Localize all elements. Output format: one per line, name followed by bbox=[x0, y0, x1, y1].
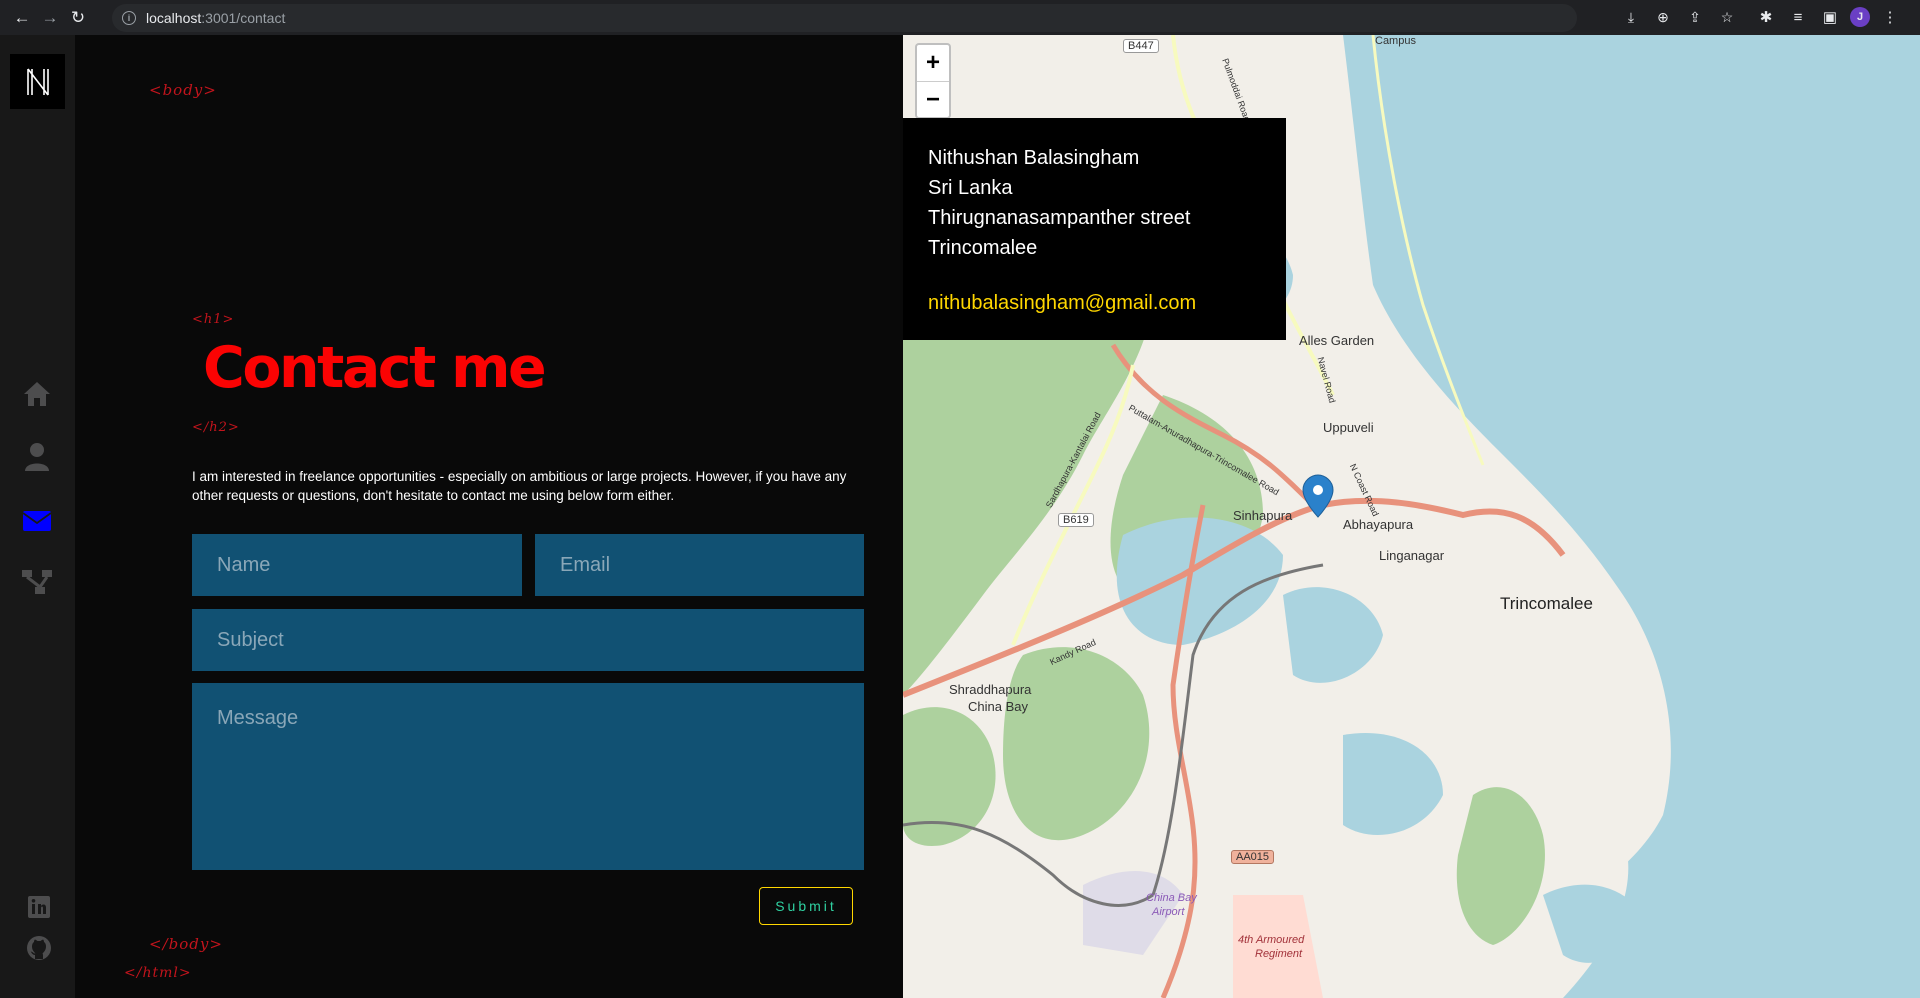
back-icon[interactable]: ← bbox=[8, 4, 36, 32]
address-street: Thirugnanasampanther street bbox=[928, 207, 1191, 229]
zoom-in-button[interactable]: + bbox=[917, 45, 949, 81]
map-label-alles-garden: Alles Garden bbox=[1299, 333, 1375, 348]
name-input[interactable] bbox=[192, 534, 522, 596]
body-open-tag: <body> bbox=[149, 81, 217, 99]
home-icon[interactable] bbox=[20, 377, 54, 411]
url-path: :3001/contact bbox=[201, 9, 286, 26]
address-country: Sri Lanka bbox=[928, 177, 1013, 199]
map-label-b619: B619 bbox=[1058, 513, 1094, 527]
menu-icon[interactable]: ⋮ bbox=[1878, 4, 1902, 30]
address-bar[interactable]: i localhost:3001/contact bbox=[112, 3, 1577, 32]
forward-icon[interactable]: → bbox=[36, 4, 64, 32]
zoom-icon[interactable]: ⊕ bbox=[1652, 4, 1674, 30]
map-label-uppuveli: Uppuveli bbox=[1323, 420, 1374, 435]
browser-nav: ← → ↻ bbox=[8, 4, 92, 32]
address-email[interactable]: nithubalasingham@gmail.com bbox=[928, 288, 1286, 318]
message-textarea[interactable] bbox=[192, 683, 864, 870]
contact-section: <body> <h1> Contact me </h2> I am intere… bbox=[75, 35, 903, 998]
bookmark-star-icon[interactable]: ☆ bbox=[1716, 4, 1738, 30]
linkedin-icon[interactable] bbox=[22, 890, 56, 924]
map-label-airport-2: Airport bbox=[1152, 906, 1185, 918]
h1-open-tag: <h1> bbox=[192, 312, 235, 327]
page-title: Contact me bbox=[203, 335, 547, 401]
map-label-trincomalee: Trincomalee bbox=[1500, 594, 1593, 613]
url-host: localhost bbox=[146, 9, 202, 26]
page: <body> <h1> Contact me </h2> I am intere… bbox=[0, 35, 1920, 998]
map-label-campus: Campus bbox=[1375, 35, 1416, 47]
logo[interactable] bbox=[10, 54, 65, 109]
map-label-linganagar: Linganagar bbox=[1379, 548, 1445, 563]
h2-close-tag: </h2> bbox=[192, 420, 240, 435]
sitemap-icon[interactable] bbox=[20, 565, 54, 599]
side-panel-icon[interactable]: ▣ bbox=[1818, 4, 1842, 30]
map-label-sinhapura: Sinhapura bbox=[1233, 508, 1293, 523]
browser-toolbar: ← → ↻ i localhost:3001/contact ⤓ ⊕ ⇪ ☆ ✱… bbox=[0, 0, 1920, 35]
logo-n-icon bbox=[26, 68, 49, 95]
map-label-airport-1: China Bay bbox=[1146, 892, 1197, 904]
github-icon[interactable] bbox=[22, 931, 56, 965]
zoom-out-button[interactable]: − bbox=[917, 81, 949, 117]
extensions-icon[interactable]: ✱ bbox=[1754, 4, 1778, 30]
map-label-abhayapura: Abhayapura bbox=[1343, 517, 1414, 532]
user-icon[interactable] bbox=[20, 440, 54, 474]
envelope-icon[interactable] bbox=[20, 504, 54, 538]
address-city: Trincomalee bbox=[928, 237, 1038, 259]
map-label-shraddhapura: Shraddhapura bbox=[949, 682, 1032, 697]
reload-icon[interactable]: ↻ bbox=[64, 4, 92, 32]
address-card: Nithushan Balasingham Sri Lanka Thirugna… bbox=[903, 118, 1286, 340]
map-label-aa015: AA015 bbox=[1231, 850, 1275, 864]
subject-input[interactable] bbox=[192, 609, 864, 671]
share-icon[interactable]: ⇪ bbox=[1684, 4, 1706, 30]
body-close-tag: </body> bbox=[149, 935, 223, 953]
install-icon[interactable]: ⤓ bbox=[1620, 4, 1642, 30]
map-label-china-bay: China Bay bbox=[968, 699, 1028, 714]
map-label-b447: B447 bbox=[1123, 39, 1159, 53]
map-zoom-control: + − bbox=[915, 43, 951, 119]
omnibox-actions: ⤓ ⊕ ⇪ ☆ bbox=[1620, 4, 1738, 30]
sidebar bbox=[0, 35, 75, 998]
html-close-tag: </html> bbox=[124, 965, 192, 981]
reading-list-icon[interactable]: ≡ bbox=[1786, 4, 1810, 30]
map-label-regiment-2: Regiment bbox=[1255, 948, 1303, 960]
address-name: Nithushan Balasingham bbox=[928, 147, 1140, 169]
email-input[interactable] bbox=[535, 534, 864, 596]
intro-text: I am interested in freelance opportuniti… bbox=[192, 469, 847, 503]
profile-avatar[interactable]: J bbox=[1850, 7, 1870, 27]
toolbar-actions: ✱ ≡ ▣ J ⋮ bbox=[1754, 4, 1902, 30]
site-info-icon[interactable]: i bbox=[122, 10, 136, 25]
map[interactable]: B447 Campus Alles Garden Uppuveli Sinhap… bbox=[903, 35, 1920, 998]
submit-button[interactable]: Submit bbox=[759, 887, 853, 925]
map-label-regiment-1: 4th Armoured bbox=[1238, 934, 1305, 946]
